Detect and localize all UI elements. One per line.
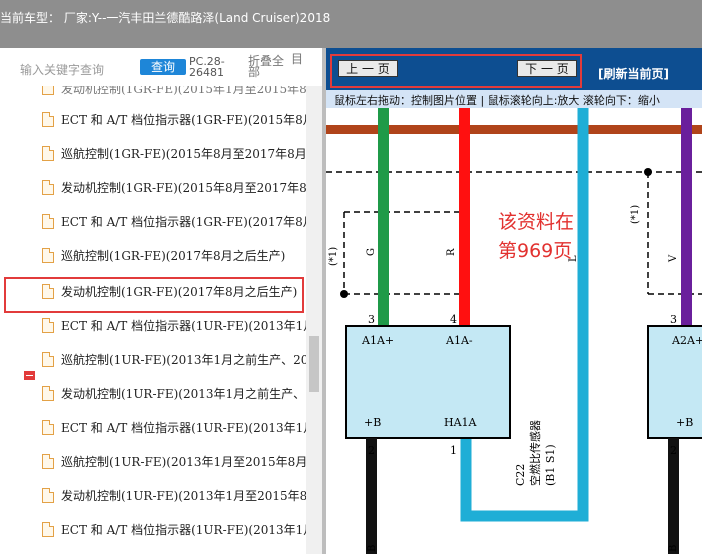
tree-item-label: 发动机控制(1GR-FE)(2015年8月至2017年8 xyxy=(61,181,306,195)
terminal-label: +B xyxy=(676,416,693,429)
document-tree: 发动机控制(1GR-FE)(2015年1月至2015年8 ECT 和 A/T 档… xyxy=(0,86,306,554)
document-icon xyxy=(42,454,54,469)
pin-number: 2 xyxy=(670,444,677,457)
pin-number: 1 xyxy=(450,444,457,457)
tree-item[interactable]: 巡航控制(1GR-FE)(2015年8月至2017年8月 xyxy=(0,138,306,172)
pc-code: PC.28-26481 xyxy=(189,55,225,79)
left-pane: 输入关键字查询 查询 PC.28-26481 折叠全部 目 发动机控制(1GR-… xyxy=(0,48,322,554)
wiring-diagram[interactable]: G R L V B B (*1) (*1) 3 4 3 2 1 2 A1A+ A… xyxy=(326,108,702,554)
truncated-label: 目 xyxy=(291,52,304,66)
nav-highlight xyxy=(330,54,582,88)
document-icon xyxy=(42,488,54,503)
hint-text: 鼠标左右拖动：控制图片位置 | 鼠标滚轮向上:放大 滚轮向下：缩小 xyxy=(334,94,660,107)
collapse-minus-icon[interactable] xyxy=(24,371,35,380)
tree-item-label: ECT 和 A/T 档位指示器(1GR-FE)(2017年8月 xyxy=(61,215,306,229)
purple-wire xyxy=(681,108,692,326)
pin-number: 2 xyxy=(368,444,375,457)
selection-highlight xyxy=(4,277,304,313)
document-icon xyxy=(42,86,54,95)
shield-marker: (*1) xyxy=(630,205,641,224)
document-icon xyxy=(42,248,54,263)
junction-dot xyxy=(340,290,348,298)
tree-item[interactable]: 巡航控制(1UR-FE)(2013年1月之前生产、20 xyxy=(0,344,306,378)
terminal-label: A1A- xyxy=(445,334,473,347)
tree-item[interactable]: ECT 和 A/T 档位指示器(1UR-FE)(2013年1月 xyxy=(0,310,306,344)
red-wire xyxy=(459,108,470,326)
sensor-name: 空燃比传感器 xyxy=(528,420,542,486)
diagram-pane: 上 一 页 下 一 页 [刷新当前页] 鼠标左右拖动：控制图片位置 | 鼠标滚轮… xyxy=(326,48,702,554)
tree-scrollbar[interactable] xyxy=(306,86,322,554)
document-icon xyxy=(42,420,54,435)
green-wire xyxy=(378,108,389,326)
tree-item[interactable]: ECT 和 A/T 档位指示器(1GR-FE)(2017年8月 xyxy=(0,206,306,240)
annotation-line: 第969页 xyxy=(498,240,573,262)
document-icon xyxy=(42,112,54,127)
search-row: 输入关键字查询 查询 PC.28-26481 折叠全部 目 xyxy=(0,48,322,86)
hint-bar: 鼠标左右拖动：控制图片位置 | 鼠标滚轮向上:放大 滚轮向下：缩小 xyxy=(326,90,702,108)
tree-item[interactable]: 巡航控制(1GR-FE)(2017年8月之后生产) xyxy=(0,240,306,274)
pin-number: 4 xyxy=(450,313,457,326)
tree-item[interactable]: ECT 和 A/T 档位指示器(1UR-FE)(2013年1月 xyxy=(0,412,306,446)
document-icon xyxy=(42,352,54,367)
page-annotation: 该资料在 第969页 xyxy=(498,208,574,266)
wire-label: G xyxy=(366,248,377,256)
tree-item-label: ECT 和 A/T 档位指示器(1UR-FE)(2013年1月 xyxy=(61,319,306,333)
terminal-label: A2A+ xyxy=(671,334,702,347)
tree-item-label: ECT 和 A/T 档位指示器(1GR-FE)(2015年8月 xyxy=(61,113,306,127)
wire-label: B xyxy=(668,545,679,552)
tree-item-label: ECT 和 A/T 档位指示器(1UR-FE)(2013年1月 xyxy=(61,523,306,537)
refresh-page-link[interactable]: [刷新当前页] xyxy=(598,65,669,82)
tree-item[interactable]: 发动机控制(1UR-FE)(2013年1月至2015年8 xyxy=(0,480,306,514)
blue-wire xyxy=(460,108,589,522)
tree-item[interactable]: 发动机控制(1GR-FE)(2015年8月至2017年8 xyxy=(0,172,306,206)
document-icon xyxy=(42,318,54,333)
query-button[interactable]: 查询 xyxy=(140,59,186,75)
wire-label: R xyxy=(446,248,457,256)
terminal-label: A1A+ xyxy=(361,334,394,347)
tree-item[interactable]: ECT 和 A/T 档位指示器(1UR-FE)(2013年1月 xyxy=(0,514,306,548)
junction-dot xyxy=(644,168,652,176)
viewer-toolbar: 上 一 页 下 一 页 [刷新当前页] xyxy=(326,48,702,90)
document-icon xyxy=(42,146,54,161)
search-input[interactable]: 输入关键字查询 xyxy=(20,61,104,78)
wire-label: B xyxy=(367,545,378,552)
sensor-code: C22 xyxy=(514,464,527,486)
shield-marker: (*1) xyxy=(328,247,339,266)
tree-item-label: 发动机控制(1UR-FE)(2013年1月之前生产、 xyxy=(61,387,306,401)
tree-item-label: 发动机控制(1UR-FE)(2013年1月至2015年8 xyxy=(61,489,306,503)
tree-item-label: 发动机控制(1GR-FE)(2015年1月至2015年8 xyxy=(61,86,306,96)
tree-item[interactable]: ECT 和 A/T 档位指示器(1GR-FE)(2015年8月 xyxy=(0,104,306,138)
document-icon xyxy=(42,214,54,229)
pin-number: 3 xyxy=(670,313,677,326)
tree-item[interactable]: 发动机控制(1UR-FE)(2013年1月之前生产、 xyxy=(0,378,306,412)
tree-item-label: 巡航控制(1UR-FE)(2013年1月之前生产、20 xyxy=(61,353,306,367)
tree-item-label: 巡航控制(1GR-FE)(2015年8月至2017年8月 xyxy=(61,147,306,161)
scrollbar-thumb[interactable] xyxy=(309,336,319,392)
terminal-label: HA1A xyxy=(444,416,478,429)
document-icon xyxy=(42,180,54,195)
title-bar: 当前车型： 厂家:Y--一汽丰田兰德酷路泽(Land Cruiser)2018 xyxy=(0,0,702,48)
sensor-bank: (B1 S1) xyxy=(544,444,557,486)
pin-number: 3 xyxy=(368,313,375,326)
document-icon xyxy=(42,386,54,401)
tree-item-label: 巡航控制(1UR-FE)(2013年1月至2015年8月 xyxy=(61,455,306,469)
collapse-all-button[interactable]: 折叠全部 xyxy=(248,55,288,78)
wire-label: V xyxy=(668,254,679,263)
tree-item[interactable]: 巡航控制(1UR-FE)(2013年1月至2015年8月 xyxy=(0,446,306,480)
tree-item-label: ECT 和 A/T 档位指示器(1UR-FE)(2013年1月 xyxy=(61,421,306,435)
annotation-line: 该资料在 xyxy=(498,211,575,233)
document-icon xyxy=(42,522,54,537)
window-title: 当前车型： 厂家:Y--一汽丰田兰德酷路泽(Land Cruiser)2018 xyxy=(0,11,331,25)
terminal-label: +B xyxy=(364,416,381,429)
tree-item-label: 巡航控制(1GR-FE)(2017年8月之后生产) xyxy=(61,249,286,263)
